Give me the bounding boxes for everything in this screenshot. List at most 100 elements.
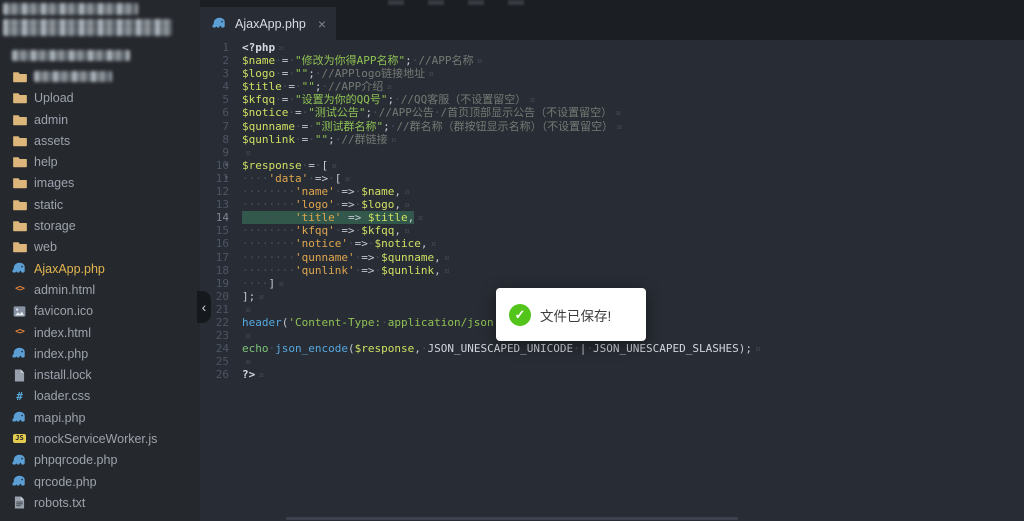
fold-marker-icon[interactable]: ▾: [224, 160, 229, 169]
tab-ajaxapp-php[interactable]: AjaxApp.php ×: [200, 7, 336, 40]
line-number: 3: [222, 67, 229, 81]
eol-mark: ¤: [278, 278, 285, 290]
tree-item[interactable]: <> index.html: [0, 322, 200, 343]
tree-item[interactable]: storage: [0, 215, 200, 236]
folder-icon: [12, 91, 27, 106]
tree-item[interactable]: phpqrcode.php: [0, 450, 200, 471]
tree-item[interactable]: admin: [0, 109, 200, 130]
code-line[interactable]: ········'kfqq'·=>·$kfqq, ¤: [242, 224, 1024, 237]
code-line[interactable]: <?php ¤: [242, 41, 1024, 54]
file-label: install.lock: [34, 368, 92, 383]
line-number: 9: [222, 145, 229, 159]
success-check-icon: ✓: [509, 303, 531, 326]
file-label: static: [34, 197, 64, 212]
line-number: 25: [215, 355, 229, 369]
file-label: images: [34, 176, 75, 191]
tree-item[interactable]: mapi.php: [0, 407, 200, 428]
folder-icon: [12, 240, 27, 255]
folder-icon: [12, 112, 27, 127]
toast-message: 文件已保存!: [540, 308, 612, 324]
file-label: web: [34, 240, 57, 255]
file-label: robots.txt: [34, 495, 86, 510]
line-number-gutter: 1 2 3 4 5 6 7 8 9 10 ▾ 11 ▾ 12 13 14 15 16 17 18 19 20 21 22 23 2…: [200, 41, 240, 381]
save-toast: ✓ 文件已保存!: [496, 288, 646, 341]
folder-icon: [12, 197, 27, 212]
code-line[interactable]: ?> ¤: [242, 368, 1024, 381]
line-number: 12: [215, 185, 229, 199]
code-line[interactable]: $response·=·[¤: [242, 159, 1024, 172]
tree-item[interactable]: favicon.ico: [0, 301, 200, 322]
line-number: 8: [222, 132, 229, 146]
tree-item[interactable]: AjaxApp.php: [0, 258, 200, 279]
folder-icon: [12, 69, 27, 84]
tree-item[interactable]: <> admin.html: [0, 279, 200, 300]
redacted-header-block: [3, 3, 138, 15]
tab-bar: AjaxApp.php ×: [200, 0, 1024, 40]
code-line[interactable]: $kfqq·=·"设置为你的QQ号";·//QQ客服（不设置留空） ¤: [242, 93, 1024, 106]
line-number: 17: [215, 250, 229, 264]
tree-item[interactable]: index.php: [0, 343, 200, 364]
tab-label: AjaxApp.php: [235, 16, 306, 31]
blurred-menu-artifact: [468, 0, 484, 5]
line-number: 1: [222, 41, 229, 54]
text-icon: [12, 495, 27, 510]
code-line[interactable]: $qunname·=·"测试群名称";·//群名称（群按钮显示名称）（不设置留空…: [242, 120, 1024, 133]
redacted-header-block: [3, 19, 172, 36]
line-number: 10 ▾: [215, 158, 229, 172]
editor[interactable]: 1 2 3 4 5 6 7 8 9 10 ▾ 11 ▾ 12 13 14 15 16 17 18 19 20 21 22 23 2…: [200, 40, 1024, 521]
sidebar-collapse-handle[interactable]: ‹: [197, 291, 211, 323]
eol-mark: ¤: [278, 43, 285, 54]
code-line[interactable]: ········'qunname'·=>·$qunname, ¤: [242, 251, 1024, 264]
code-line[interactable]: ········'name'·=>·$name, ¤: [242, 185, 1024, 198]
line-number: 4: [222, 80, 229, 94]
eol-mark: ¤: [428, 69, 435, 81]
tree-item[interactable]: Upload: [0, 88, 200, 109]
code-line[interactable]: $notice·=·"测试公告";·//APP公告·/首页顶部显示公告（不设置留…: [242, 106, 1024, 119]
php-icon: [12, 474, 27, 489]
tree-item[interactable]: # loader.css: [0, 386, 200, 407]
eol-mark: ¤: [344, 173, 351, 185]
eol-mark: ¤: [258, 370, 265, 382]
tree-item[interactable]: images: [0, 173, 200, 194]
fold-marker-icon[interactable]: ▾: [224, 173, 229, 182]
horizontal-scrollbar[interactable]: [286, 517, 738, 520]
file-label: Upload: [34, 91, 74, 106]
app-window: Upload admin assets help images static storage…: [0, 0, 1024, 521]
code-line[interactable]: ····'data'·=>·[¤: [242, 172, 1024, 185]
code-line[interactable]: ········'qunlink'·=>·$qunlink, ¤: [242, 264, 1024, 277]
code-line[interactable]: $qunlink·=·"";·//群链接 ¤: [242, 133, 1024, 146]
code-line[interactable]: ········'logo'·=>·$logo, ¤: [242, 198, 1024, 211]
eol-mark: ¤: [245, 357, 252, 369]
tree-item[interactable]: robots.txt: [0, 492, 200, 513]
php-icon: [12, 453, 27, 468]
line-number: 24: [215, 342, 229, 356]
tree-item[interactable]: help: [0, 151, 200, 172]
code-line[interactable]: ¤: [242, 355, 1024, 368]
code-line[interactable]: ········'title'·=>·$title, ¤: [242, 211, 1024, 225]
tree-item[interactable]: assets: [0, 130, 200, 151]
tree-item-redacted[interactable]: [0, 66, 200, 87]
eol-mark: ¤: [443, 252, 450, 264]
tree-item[interactable]: static: [0, 194, 200, 215]
js-icon: JS: [13, 434, 26, 444]
tree-item[interactable]: qrcode.php: [0, 471, 200, 492]
eol-mark: ¤: [616, 121, 623, 133]
tree-item[interactable]: JS mockServiceWorker.js: [0, 428, 200, 449]
line-number: 19: [215, 276, 229, 290]
css-icon: #: [16, 389, 23, 403]
eol-mark: ¤: [755, 344, 762, 356]
blurred-menu-artifact: [428, 0, 444, 5]
eol-mark: ¤: [403, 187, 411, 199]
eol-mark: ¤: [386, 82, 393, 94]
tree-item-redacted[interactable]: [0, 45, 200, 66]
code-line[interactable]: $logo·=·"";·//APPlogo链接地址 ¤: [242, 67, 1024, 80]
code-line[interactable]: ¤: [242, 146, 1024, 159]
code-line[interactable]: $title·=·"";·//APP介绍 ¤: [242, 80, 1024, 93]
sidebar-header: [0, 0, 200, 40]
code-line[interactable]: echo·json_encode($response,·JSON_UNESCAP…: [242, 342, 1024, 355]
tree-item[interactable]: install.lock: [0, 364, 200, 385]
code-line[interactable]: $name·=·"修改为你得APP名称";·//APP名称 ¤: [242, 54, 1024, 67]
tab-close-icon[interactable]: ×: [318, 17, 326, 31]
tree-item[interactable]: web: [0, 237, 200, 258]
code-line[interactable]: ········'notice'·=>·$notice, ¤: [242, 237, 1024, 250]
